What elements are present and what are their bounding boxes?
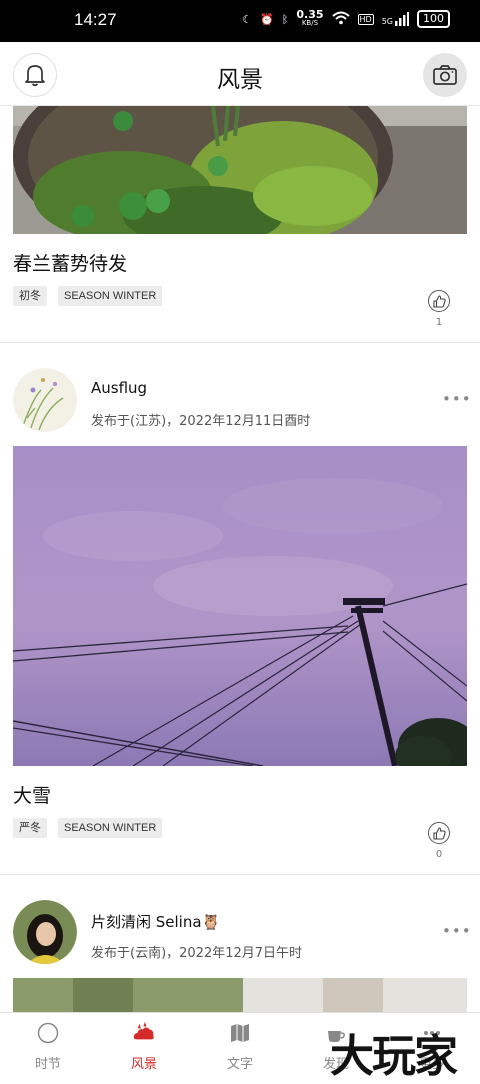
like-count: 1 xyxy=(435,317,443,328)
bluetooth-icon: ᛒ xyxy=(281,12,289,26)
post-tag[interactable]: 严冬 xyxy=(13,818,47,838)
post-photo-moss[interactable] xyxy=(13,106,467,234)
camera-button[interactable] xyxy=(423,53,467,97)
status-icons: ☾ ⏰ ᛒ 0.35 KB/S HD 5G 100 xyxy=(242,8,450,28)
author-name[interactable]: 片刻清闲 Selina🦉 xyxy=(91,911,220,932)
post-tag[interactable]: SEASON WINTER xyxy=(58,286,163,306)
post-divider xyxy=(0,342,480,343)
status-bar: 14:27 ☾ ⏰ ᛒ 0.35 KB/S HD 5G 100 xyxy=(0,0,480,42)
tab-label: 文字 xyxy=(226,1057,253,1072)
signal-label: 5G xyxy=(381,17,393,26)
hd-badge: HD xyxy=(357,13,374,25)
tab-label: 风景 xyxy=(130,1057,157,1072)
like-button[interactable] xyxy=(428,822,450,844)
tab-writing[interactable]: 文字 xyxy=(192,1013,288,1072)
tab-seasons[interactable]: 时节 xyxy=(0,1013,96,1072)
more-options-button[interactable]: ••• xyxy=(442,922,472,940)
post-photo-sky[interactable] xyxy=(13,446,467,766)
net-speed: 0.35 KB/S xyxy=(296,8,324,28)
thumbs-up-icon xyxy=(432,826,446,840)
status-time: 14:27 xyxy=(74,10,117,29)
watermark-logo: 大玩家 xyxy=(330,1031,458,1082)
post-tag[interactable]: SEASON WINTER xyxy=(58,818,163,838)
moon-icon: ☾ xyxy=(242,12,253,26)
author-avatar[interactable] xyxy=(13,900,77,964)
compass-icon xyxy=(37,1022,59,1044)
battery-indicator: 100 xyxy=(417,10,450,28)
tab-scenery[interactable]: 风景 xyxy=(96,1013,192,1072)
like-button[interactable] xyxy=(428,290,450,312)
more-options-button[interactable]: ••• xyxy=(442,390,472,408)
camera-icon xyxy=(433,65,457,85)
signal-icon: 5G xyxy=(382,12,409,26)
wifi-icon xyxy=(331,11,350,28)
map-icon xyxy=(231,1024,249,1042)
post-title[interactable]: 春兰蓄势待发 xyxy=(13,249,127,276)
post-photo-painting[interactable] xyxy=(13,978,467,1012)
author-name[interactable]: Ausflug xyxy=(91,379,147,397)
author-avatar[interactable] xyxy=(13,368,77,432)
cloud-fire-icon xyxy=(133,1022,154,1040)
alarm-icon: ⏰ xyxy=(260,12,274,26)
page-title: 风景 xyxy=(217,67,263,93)
like-count: 0 xyxy=(435,849,443,860)
post-meta: 发布于(江苏)，2022年12月11日酉时 xyxy=(91,414,311,429)
post-title[interactable]: 大雪 xyxy=(13,781,51,808)
post-meta: 发布于(云南)，2022年12月7日午时 xyxy=(91,946,303,961)
tab-label: 时节 xyxy=(34,1057,61,1072)
post-tag[interactable]: 初冬 xyxy=(13,286,47,306)
app-header: 风景 xyxy=(0,42,480,106)
feed-list[interactable]: 春兰蓄势待发 初冬 SEASON WINTER 1 Ausflug 发布于(江苏… xyxy=(0,106,480,1012)
post-divider xyxy=(0,874,480,875)
net-speed-value: 0.35 xyxy=(296,8,324,21)
thumbs-up-icon xyxy=(432,294,446,308)
net-speed-unit: KB/S xyxy=(301,19,319,27)
